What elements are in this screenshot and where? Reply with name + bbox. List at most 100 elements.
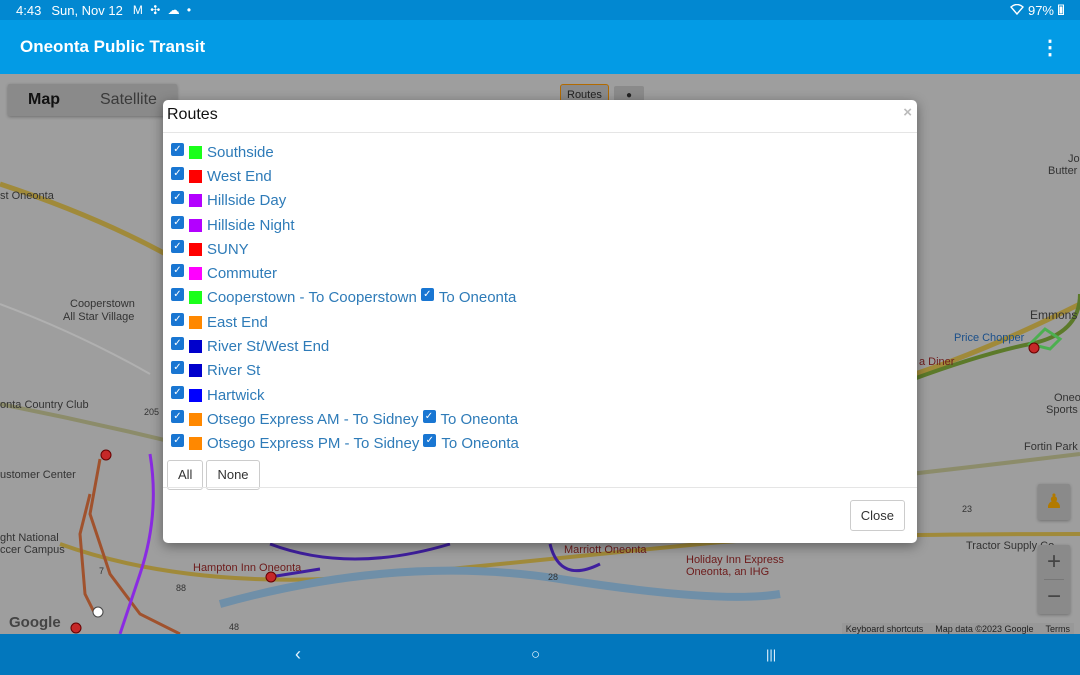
map-label: Oneo [1054,392,1080,404]
map-label: Emmons [1030,308,1078,322]
route-color-swatch [189,169,202,183]
route-return-label[interactable]: To Oneonta [439,289,517,306]
system-nav-bar: ‹ ○ ||| [0,634,1080,675]
app-bar: Oneonta Public Transit ⋮ [0,20,1080,74]
route-color-swatch [189,315,202,329]
app-title: Oneonta Public Transit [20,37,206,56]
route-label[interactable]: Hillside Day [207,192,286,209]
wifi-icon [1009,3,1024,18]
map-label: All Star Village [63,311,135,323]
route-color-swatch [189,412,202,426]
route-row: ✓ Hartwick [171,383,917,407]
route-label[interactable]: Cooperstown - To Cooperstown [207,289,417,306]
route-label[interactable]: Hillside Night [207,217,295,234]
road-shield: 48 [229,622,240,632]
status-bar: 4:43 Sun, Nov 12 M ✣ ☁ • 97% [0,0,1080,20]
route-label[interactable]: Commuter [207,265,277,282]
route-label[interactable]: River St [207,362,260,379]
route-list: ✓ Southside ✓ West End ✓ Hillside Day ✓ Hillsid… [163,133,917,456]
map-label: Price Chopper [954,332,1025,344]
route-checkbox[interactable]: ✓ [171,239,184,253]
map-label: Oneonta, an IHG [686,566,770,578]
route-label[interactable]: Southside [207,144,274,161]
route-row: ✓ Otsego Express PM - To Sidney ✓ To Oneont… [171,432,917,456]
route-checkbox[interactable]: ✓ [171,191,184,205]
map-label: Hampton Inn Oneonta [193,562,302,574]
select-none-button[interactable]: None [206,459,260,490]
keyboard-shortcuts-link[interactable]: Keyboard shortcuts [846,624,924,634]
google-logo[interactable]: Google [9,614,61,631]
map-label: Jo [1068,153,1080,165]
route-color-swatch [189,194,202,208]
map-label: ustomer Center [0,469,76,481]
route-row: ✓ River St/West End [171,334,917,358]
route-color-swatch [189,364,202,378]
route-checkbox[interactable]: ✓ [171,312,184,326]
overflow-menu-icon[interactable]: ⋮ [1040,35,1060,60]
map-label: onta Country Club [0,399,89,411]
close-icon[interactable]: × [903,104,912,121]
map-label: a Diner [919,356,955,368]
terms-link[interactable]: Terms [1046,624,1071,634]
route-color-swatch [189,291,202,305]
route-label[interactable]: River St/West End [207,338,329,355]
route-label[interactable]: Otsego Express AM - To Sidney [207,411,419,428]
route-checkbox[interactable]: ✓ [171,385,184,399]
select-all-button[interactable]: All [167,459,204,490]
status-time: 4:43 [16,2,42,18]
notification-icons: M ✣ ☁ • [132,3,194,17]
road-shield: 28 [548,572,559,582]
route-color-swatch [189,145,202,159]
route-label[interactable]: East End [207,314,268,331]
route-row: ✓ Hillside Day [171,189,917,213]
route-row: ✓ River St [171,359,917,383]
map-label: ccer Campus [0,544,65,556]
map-type-control: Map Satellite [8,84,177,116]
road-shield: 88 [176,583,187,593]
map-label: ght National [0,532,59,544]
route-label[interactable]: Otsego Express PM - To Sidney [207,435,419,452]
route-checkbox[interactable]: ✓ [171,215,184,229]
battery-level: 97% [1027,2,1054,18]
zoom-in-button[interactable]: + [1038,545,1070,579]
dialog-footer: Close [163,487,917,543]
route-row: ✓ Cooperstown - To Cooperstown ✓ To Oneonta [171,286,917,310]
route-checkbox[interactable]: ✓ [171,264,184,278]
back-icon[interactable]: ‹ [295,644,301,665]
route-color-swatch [189,388,202,402]
routes-dialog: Routes × ✓ Southside ✓ West End ✓ Hillside Da… [163,100,917,543]
close-button[interactable]: Close [849,500,905,531]
route-checkbox[interactable]: ✓ [171,361,184,375]
route-checkbox[interactable]: ✓ [171,409,184,423]
route-return-checkbox[interactable]: ✓ [423,434,437,448]
select-buttons: All None [163,456,917,490]
route-checkbox[interactable]: ✓ [171,288,184,302]
route-row: ✓ Hillside Night [171,213,917,237]
zoom-out-button[interactable]: − [1038,580,1070,614]
route-checkbox[interactable]: ✓ [171,337,184,351]
route-checkbox[interactable]: ✓ [171,434,184,448]
map-label: Cooperstown [70,298,135,310]
recents-icon[interactable]: ||| [766,647,776,662]
home-icon[interactable]: ○ [531,646,540,663]
map-type-map-button[interactable]: Map [8,84,80,116]
map-attribution: Keyboard shortcuts Map data ©2023 Google… [841,623,1074,634]
route-return-checkbox[interactable]: ✓ [422,409,436,423]
street-view-pegman-icon[interactable]: ♟ [1038,484,1070,520]
route-label[interactable]: Hartwick [207,387,265,404]
map-label: st Oneonta [0,190,54,202]
route-color-swatch [189,218,202,232]
route-row: ✓ Otsego Express AM - To Sidney ✓ To Oneont… [171,407,917,431]
route-color-swatch [189,340,202,354]
route-row: ✓ East End [171,310,917,334]
route-label[interactable]: West End [207,168,272,185]
road-shield: 205 [144,407,160,417]
route-row: ✓ West End [171,164,917,188]
route-label[interactable]: SUNY [207,241,249,258]
route-return-checkbox[interactable]: ✓ [420,288,434,302]
route-checkbox[interactable]: ✓ [171,166,184,180]
map-label: Sports [1046,404,1078,416]
route-return-label[interactable]: To Oneonta [441,411,519,428]
route-return-label[interactable]: To Oneonta [441,435,519,452]
route-checkbox[interactable]: ✓ [171,142,184,156]
